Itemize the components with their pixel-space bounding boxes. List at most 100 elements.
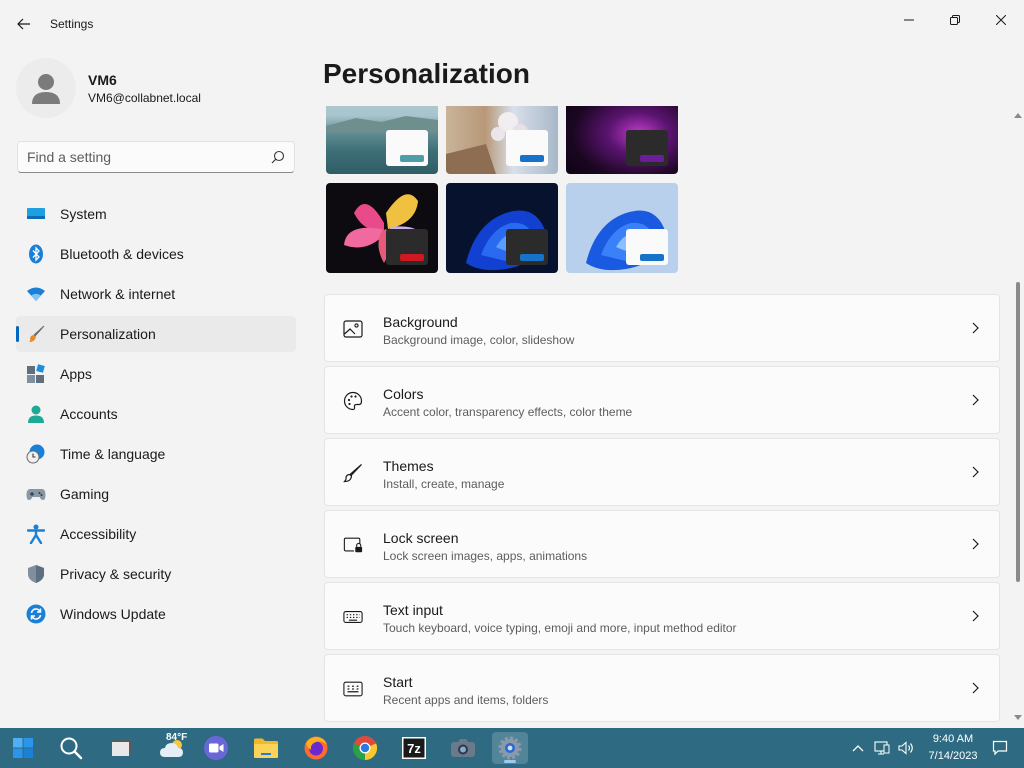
theme-gallery [324,106,1004,276]
theme-accent-bar [400,254,424,261]
restore-button[interactable] [932,4,978,36]
sidebar-item-network[interactable]: Network & internet [16,276,296,312]
sidebar-item-windows-update[interactable]: Windows Update [16,596,296,632]
theme-thumbnail-bloom-dark[interactable] [446,183,558,273]
lock-screen-icon [343,535,363,555]
accounts-icon [26,404,46,424]
show-hidden-icons-button[interactable] [850,740,866,756]
firefox-icon [304,736,328,760]
file-explorer-button[interactable] [248,732,284,764]
sidebar-item-personalization[interactable]: Personalization [16,316,296,352]
sidebar-item-accounts[interactable]: Accounts [16,396,296,432]
task-view-button[interactable] [104,732,140,764]
back-arrow-icon [17,18,30,30]
camera-icon [451,739,475,757]
theme-thumbnail-lake[interactable] [326,106,438,174]
svg-text:7z: 7z [407,741,421,756]
search-icon [271,150,285,164]
chevron-right-icon [972,394,979,406]
sidebar-item-system[interactable]: System [16,196,296,232]
setting-title: Colors [383,386,424,402]
scroll-down-arrow-icon[interactable] [1013,714,1023,722]
firefox-button[interactable] [298,732,334,764]
accessibility-icon [26,524,46,544]
volume-button[interactable] [898,740,914,756]
network-icon [26,284,46,304]
theme-thumbnail-glow[interactable] [566,106,678,174]
setting-background[interactable]: Background Background image, color, slid… [324,294,1000,362]
gaming-icon [26,484,46,504]
system-icon [26,204,46,224]
sidebar-item-gaming[interactable]: Gaming [16,476,296,512]
setting-text-input[interactable]: Text input Touch keyboard, voice typing,… [324,582,1000,650]
back-button[interactable] [12,12,36,36]
sidebar-item-label: System [60,206,107,222]
apps-icon [26,364,46,384]
minimize-button[interactable] [886,4,932,36]
setting-title: Text input [383,602,443,618]
minimize-icon [904,19,914,21]
chevron-up-icon [852,745,864,752]
sidebar-item-label: Time & language [60,446,166,462]
teams-icon [204,736,228,760]
search-box[interactable] [17,141,295,173]
clock-date[interactable]: 7/14/2023 [924,750,982,762]
sidebar-item-accessibility[interactable]: Accessibility [16,516,296,552]
settings-button[interactable] [492,732,528,764]
start-icon [343,679,363,699]
sidebar-item-bluetooth[interactable]: Bluetooth & devices [16,236,296,272]
taskbar: 84°F 7z 9:40 AM 7/14/2023 [0,728,1024,768]
setting-title: Start [383,674,413,690]
teams-chat-button[interactable] [198,732,234,764]
start-button[interactable] [5,732,41,764]
user-avatar-icon [32,74,60,104]
search-button[interactable] [53,732,89,764]
windows-update-icon [26,604,46,624]
notification-icon [992,740,1008,756]
theme-thumbnail-flower[interactable] [326,183,438,273]
sidebar-item-label: Gaming [60,486,110,502]
sidebar-item-label: Bluetooth & devices [60,246,184,262]
theme-thumbnail-blossom[interactable] [446,106,558,174]
clock-time[interactable]: 9:40 AM [924,733,982,745]
scrollbar-thumb[interactable] [1016,282,1020,582]
sidebar-item-label: Apps [60,366,92,382]
active-app-indicator [504,760,516,763]
theme-accent-bar [640,155,664,162]
notification-button[interactable] [992,740,1008,756]
theme-accent-bar [400,155,424,162]
sidebar-item-label: Privacy & security [60,566,172,582]
sidebar-item-privacy-security[interactable]: Privacy & security [16,556,296,592]
sidebar-item-time-language[interactable]: Time & language [16,436,296,472]
close-button[interactable] [978,4,1024,36]
setting-subtitle: Install, create, manage [383,477,505,491]
keyboard-icon [343,607,363,627]
7zip-button[interactable]: 7z [396,732,432,764]
setting-start[interactable]: Start Recent apps and items, folders [324,654,1000,722]
setting-title: Themes [383,458,434,474]
setting-colors[interactable]: Colors Accent color, transparency effect… [324,366,1000,434]
weather-temperature: 84°F [166,732,188,743]
camera-button[interactable] [445,732,481,764]
setting-subtitle: Recent apps and items, folders [383,693,549,707]
theme-thumbnail-bloom-light[interactable] [566,183,678,273]
setting-themes[interactable]: Themes Install, create, manage [324,438,1000,506]
setting-subtitle: Background image, color, slideshow [383,333,575,347]
setting-lock-screen[interactable]: Lock screen Lock screen images, apps, an… [324,510,1000,578]
task-view-icon [112,740,131,756]
sidebar-item-label: Network & internet [60,286,176,302]
search-input[interactable] [27,148,257,166]
theme-accent-bar [520,155,544,162]
sidebar-nav: System Bluetooth & devices Network & int… [16,196,296,636]
settings-gear-icon [498,736,522,760]
theme-accent-bar [520,254,544,261]
chrome-button[interactable] [347,732,383,764]
setting-subtitle: Lock screen images, apps, animations [383,549,588,563]
scroll-up-arrow-icon[interactable] [1013,111,1023,119]
brush-icon [26,324,46,344]
palette-icon [343,391,363,411]
avatar[interactable] [16,58,76,118]
network-tray-button[interactable] [874,740,890,756]
chevron-right-icon [972,538,979,550]
sidebar-item-apps[interactable]: Apps [16,356,296,392]
